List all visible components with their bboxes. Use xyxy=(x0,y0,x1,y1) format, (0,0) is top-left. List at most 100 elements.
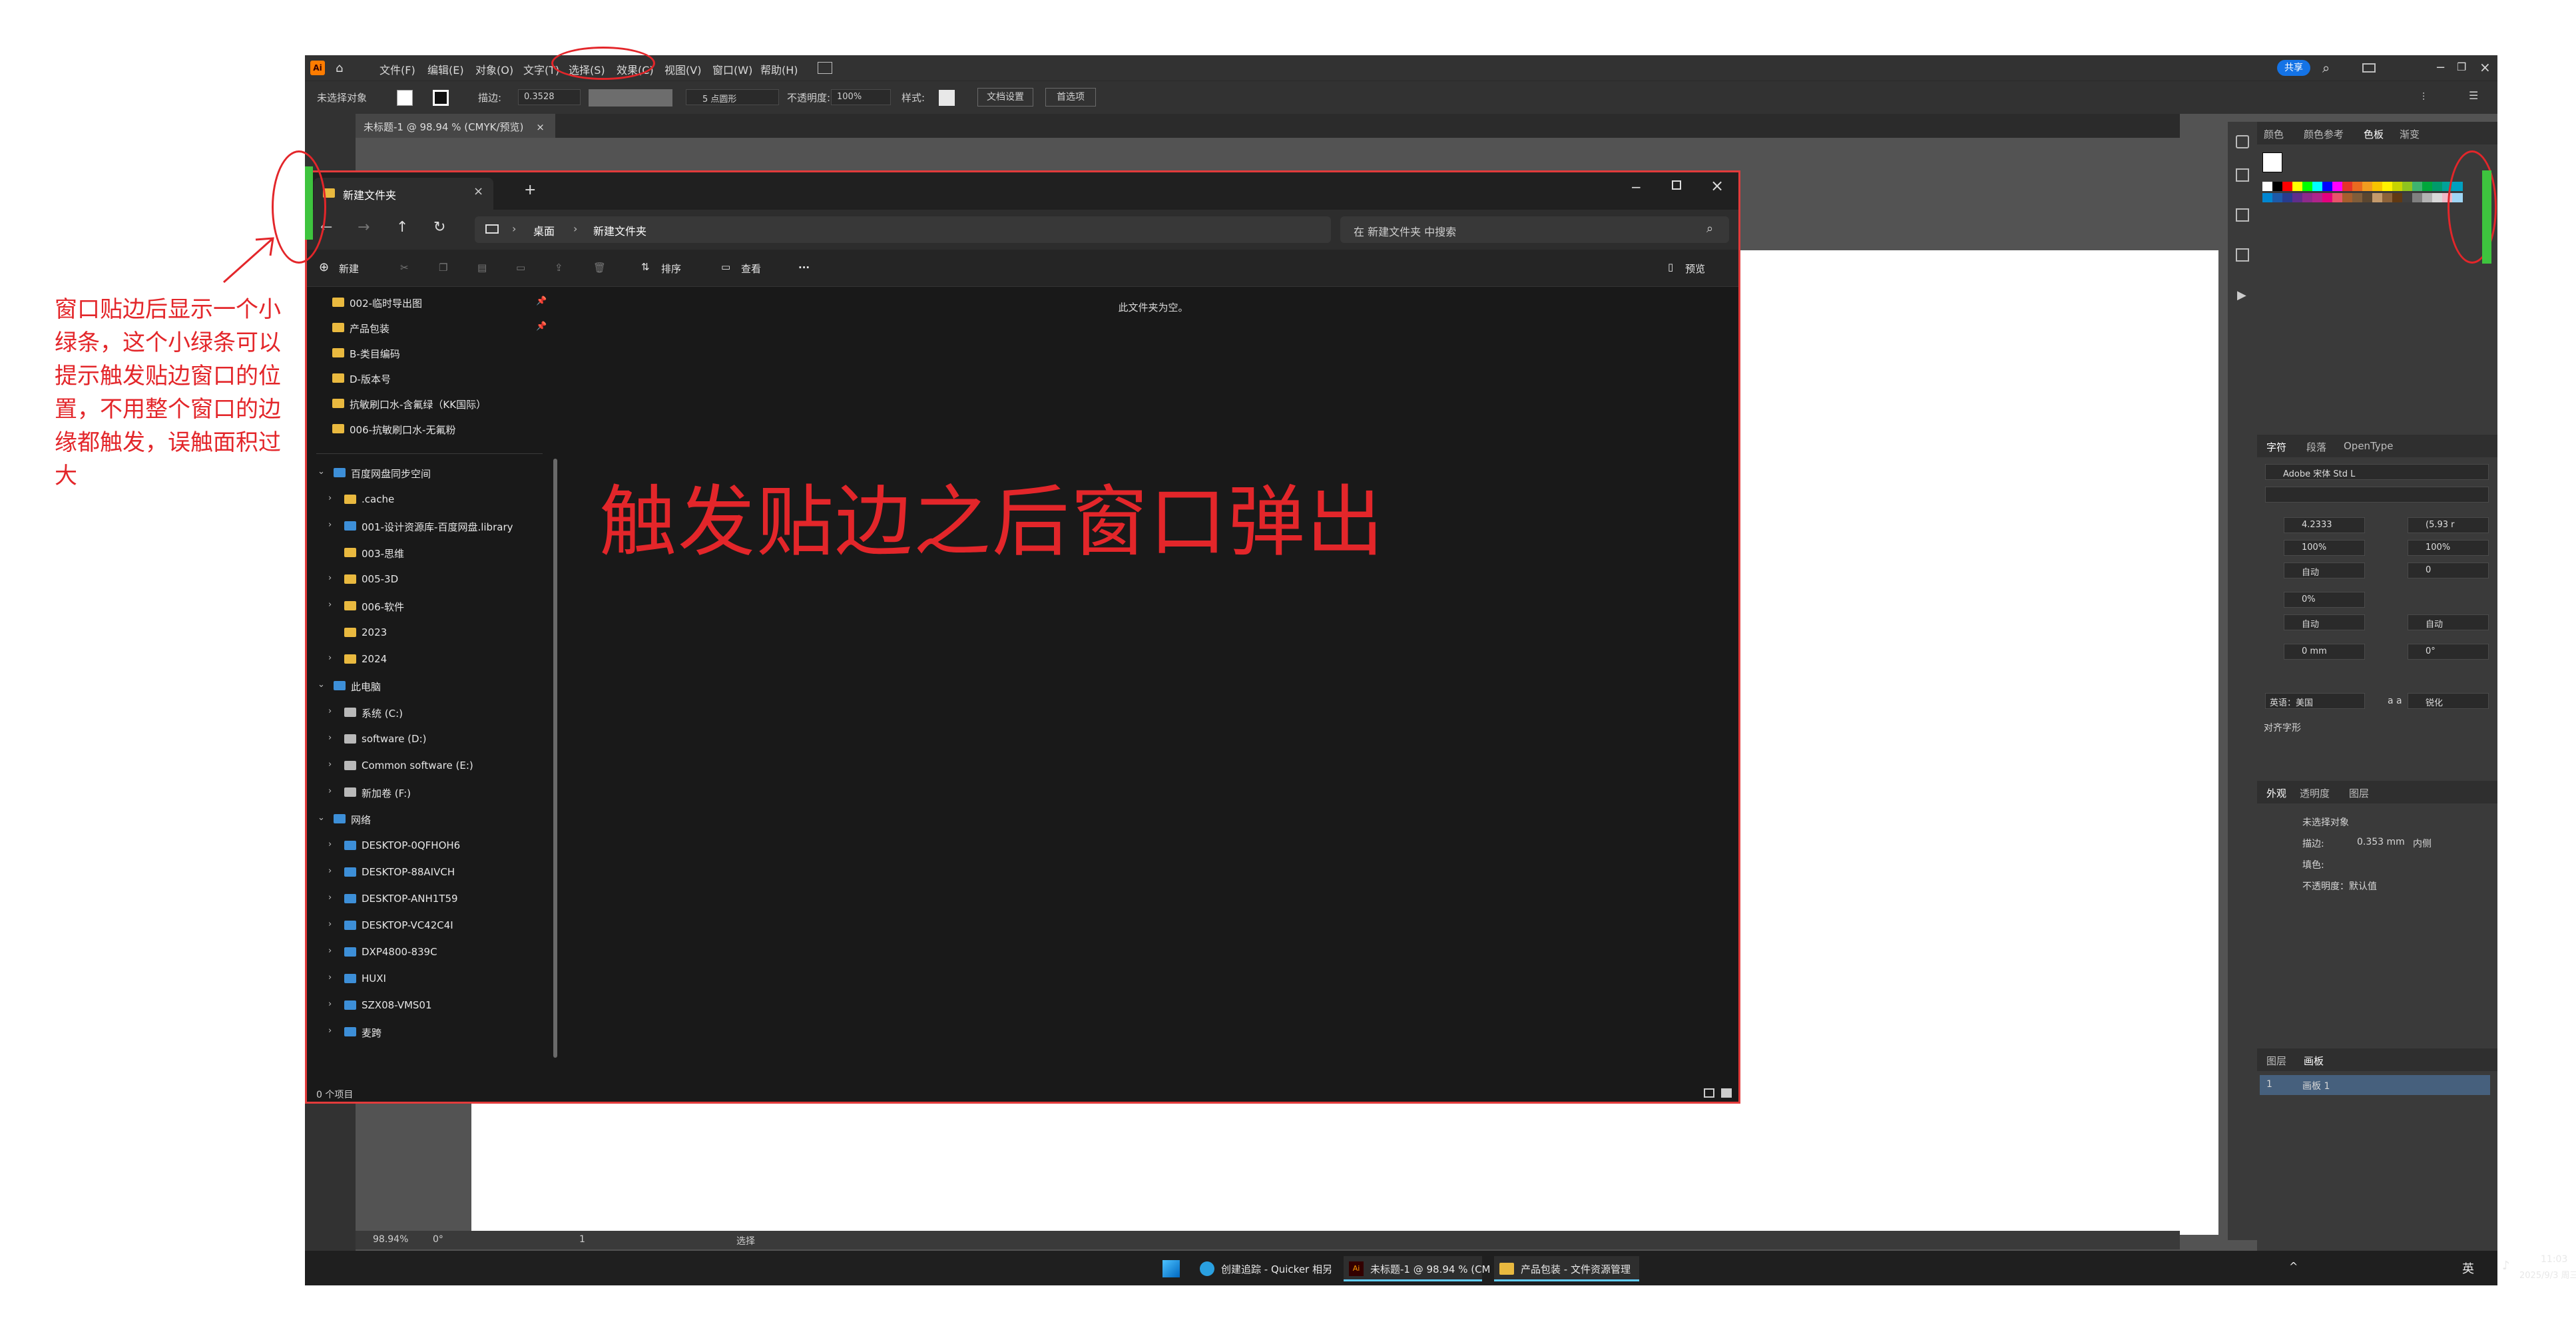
tree-expand-icon[interactable]: ⌄ xyxy=(318,467,327,477)
doc-setup-button[interactable]: 文档设置 xyxy=(977,88,1033,107)
view-button[interactable]: ▭ 查看 xyxy=(718,258,785,279)
details-view-icon[interactable] xyxy=(1704,1088,1714,1098)
antialias-field[interactable]: 锐化 xyxy=(2408,693,2489,709)
font-family-field[interactable]: Adobe 宋体 Std L xyxy=(2265,464,2489,480)
tree-expand-icon[interactable]: › xyxy=(328,653,338,663)
illustrator-app[interactable]: Ai 未标题-1 @ 98.94 % (CM xyxy=(1344,1256,1491,1281)
baseline-field[interactable]: 0% xyxy=(2284,592,2365,608)
swatch[interactable] xyxy=(2422,193,2433,202)
swatch[interactable] xyxy=(2422,182,2433,191)
swatch[interactable] xyxy=(2312,193,2323,202)
tab-swatches[interactable]: 色板 xyxy=(2364,127,2384,141)
details-pane-button[interactable]: ▯ 预览 xyxy=(1665,258,1725,279)
swatch[interactable] xyxy=(2432,182,2443,191)
tab-paragraph[interactable]: 段落 xyxy=(2306,440,2326,454)
zoom-value[interactable]: 98.94% xyxy=(373,1234,408,1245)
properties-icon[interactable] xyxy=(2236,135,2249,148)
tree-item[interactable]: › 005-3D xyxy=(307,568,553,593)
swatch[interactable] xyxy=(2272,182,2283,191)
quick-access-item[interactable]: 006-抗敏刷口水-无氟粉 xyxy=(307,417,553,443)
tree-expand-icon[interactable]: ⌄ xyxy=(318,813,327,823)
transform-icon[interactable] xyxy=(2236,208,2249,222)
leading-field[interactable]: (5.93 r xyxy=(2408,517,2489,533)
tab-color[interactable]: 颜色 xyxy=(2264,127,2284,141)
variable-width-profile[interactable] xyxy=(589,89,672,107)
tree-expand-icon[interactable]: › xyxy=(328,786,338,796)
quick-access-item[interactable]: 002-临时导出图 📌 xyxy=(307,291,553,316)
auto-field-2[interactable]: 自动 xyxy=(2408,614,2489,630)
indent-field[interactable]: 0 mm xyxy=(2284,644,2365,660)
swatch[interactable] xyxy=(2382,182,2393,191)
tree-item[interactable]: › 006-软件 xyxy=(307,594,553,620)
swatch[interactable] xyxy=(2352,182,2363,191)
quick-access-item[interactable]: 产品包装 📌 xyxy=(307,316,553,341)
style-swatch[interactable] xyxy=(939,90,955,106)
swatch[interactable] xyxy=(2402,182,2413,191)
tree-item[interactable]: › 麦跨 xyxy=(307,1020,553,1046)
menu-edit[interactable]: 编辑(E) xyxy=(427,61,464,77)
swatch[interactable] xyxy=(2392,182,2403,191)
brush-field[interactable]: 5 点圆形 xyxy=(686,89,779,105)
tree-expand-icon[interactable]: › xyxy=(328,520,338,530)
menu-object[interactable]: 对象(O) xyxy=(475,61,513,77)
tree-expand-icon[interactable]: › xyxy=(328,573,338,583)
share-icon[interactable]: ⇪ xyxy=(555,262,563,274)
workspace-icon[interactable] xyxy=(2362,63,2376,73)
menu-file[interactable]: 文件(F) xyxy=(380,61,415,77)
appearance-stroke-value[interactable]: 0.353 mm xyxy=(2357,837,2405,847)
tree-item[interactable]: › 001-设计资源库-百度网盘.library xyxy=(307,515,553,540)
tree-item[interactable]: 2023 xyxy=(307,621,553,646)
swatch[interactable] xyxy=(2372,182,2383,191)
swatches-grid[interactable] xyxy=(2262,182,2463,248)
tab-artboards[interactable]: 画板 xyxy=(2304,1054,2324,1068)
tree-item[interactable]: ⌄ 此电脑 xyxy=(307,674,553,700)
tree-item[interactable]: › 2024 xyxy=(307,648,553,673)
explorer-maximize-icon[interactable] xyxy=(1672,180,1681,190)
swatch[interactable] xyxy=(2372,193,2383,202)
panel-menu-icon[interactable]: ☰ xyxy=(2469,89,2478,102)
home-icon[interactable]: ⌂ xyxy=(336,61,349,75)
align-panel-icon[interactable] xyxy=(2236,248,2249,262)
rotation-value[interactable]: 0° xyxy=(433,1234,443,1245)
libraries-icon[interactable] xyxy=(2236,168,2249,182)
swatch[interactable] xyxy=(2352,193,2363,202)
refresh-icon[interactable]: ↻ xyxy=(433,219,445,236)
tree-expand-icon[interactable]: › xyxy=(328,866,338,876)
document-tab[interactable]: 未标题-1 @ 98.94 % (CMYK/预览) × xyxy=(356,114,555,138)
sort-button[interactable]: ⇅ 排序 xyxy=(639,258,705,279)
menu-window[interactable]: 窗口(W) xyxy=(712,61,752,77)
tree-item[interactable]: 003-思维 xyxy=(307,541,553,566)
swatch[interactable] xyxy=(2302,193,2313,202)
pin-icon[interactable]: 📌 xyxy=(536,322,547,332)
volume-icon[interactable]: ♪ xyxy=(2502,1259,2510,1273)
up-icon[interactable]: ↑ xyxy=(396,219,408,236)
tree-expand-icon[interactable]: › xyxy=(328,999,338,1009)
swatch[interactable] xyxy=(2292,182,2303,191)
stroke-swatch[interactable] xyxy=(433,90,449,106)
start-icon[interactable] xyxy=(1162,1260,1180,1277)
rename-icon[interactable]: ▭ xyxy=(516,262,525,274)
auto-field-1[interactable]: 自动 xyxy=(2284,614,2365,630)
cut-icon[interactable]: ✂ xyxy=(400,262,409,274)
tray-expand-icon[interactable]: ^ xyxy=(2289,1260,2298,1273)
tree-expand-icon[interactable]: › xyxy=(328,706,338,716)
kerning-field[interactable]: 自动 xyxy=(2284,562,2365,578)
swatch[interactable] xyxy=(2382,193,2393,202)
fill-stroke-indicator[interactable] xyxy=(2262,152,2282,172)
tree-item[interactable]: › DXP4800-839C xyxy=(307,941,553,966)
share-button[interactable]: 共享 xyxy=(2277,60,2310,76)
new-tab-icon[interactable]: + xyxy=(524,182,536,198)
swatch[interactable] xyxy=(2362,182,2373,191)
rotation-field[interactable]: 0° xyxy=(2408,644,2489,660)
tab-opentype[interactable]: OpenType xyxy=(2344,440,2394,452)
align-icon[interactable]: ⫶ xyxy=(2422,91,2425,104)
swatch[interactable] xyxy=(2282,182,2293,191)
tree-item[interactable]: › SZX08-VMS01 xyxy=(307,994,553,1019)
swatch[interactable] xyxy=(2332,182,2343,191)
tree-item[interactable]: › HUXI xyxy=(307,967,553,993)
tree-expand-icon[interactable]: › xyxy=(328,893,338,903)
close-icon[interactable]: × xyxy=(2479,59,2491,75)
fill-swatch[interactable] xyxy=(397,90,413,106)
artboard-number[interactable]: 1 xyxy=(579,1234,585,1245)
tree-item[interactable]: › DESKTOP-VC42C4I xyxy=(307,914,553,939)
